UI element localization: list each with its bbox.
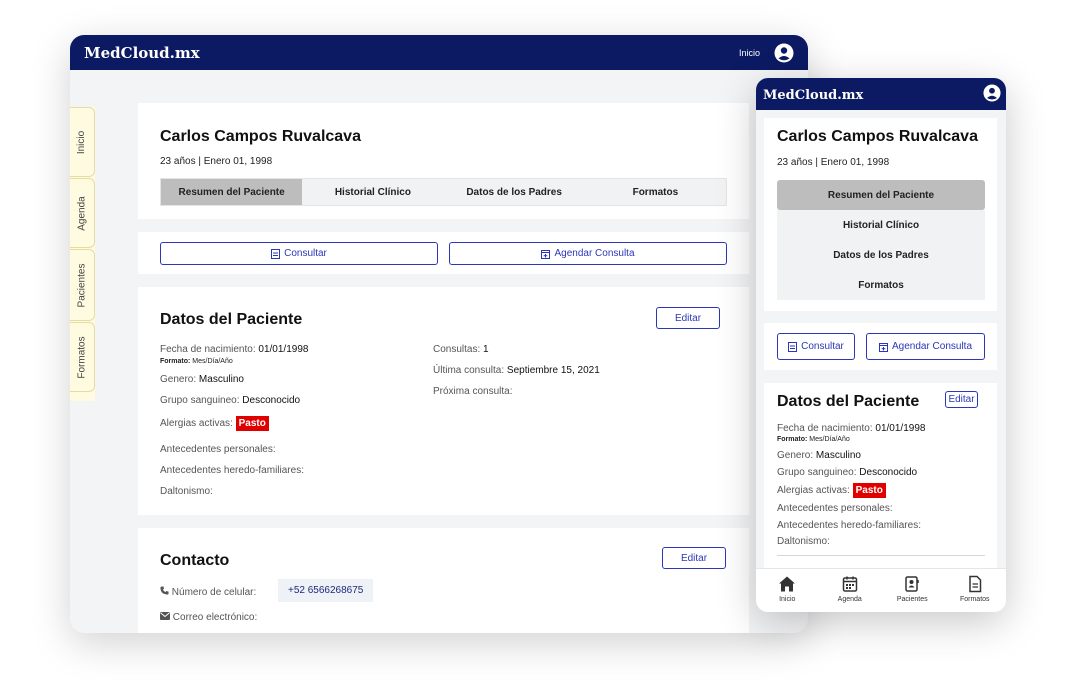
sidebar-item-formatos[interactable]: Formatos: [70, 322, 95, 392]
mobile-blood-type-field: Grupo sanguineo: Desconocido: [777, 467, 918, 478]
allergy-badge: Pasto: [235, 416, 269, 431]
tab-resumen[interactable]: Resumen del Paciente: [777, 180, 985, 210]
bottom-nav-agenda[interactable]: Agenda: [819, 569, 882, 612]
sidebar-item-pacientes[interactable]: Pacientes: [70, 249, 95, 321]
patient-tabs: Resumen del Paciente Historial Clínico D…: [160, 178, 727, 206]
section-title: Datos del Paciente: [160, 311, 303, 328]
calendar-plus-icon: [541, 249, 551, 259]
mobile-allergies-field: Alergias activas: Pasto: [777, 483, 886, 498]
tab-formatos[interactable]: Formatos: [585, 179, 726, 205]
phone-label: Número de celular:: [160, 586, 256, 598]
date-format-hint: Formato: Mes/Día/Año: [160, 358, 233, 365]
home-icon: [779, 576, 796, 592]
document-icon: [788, 341, 798, 352]
edit-contact-button[interactable]: Editar: [662, 547, 726, 569]
personal-history-field: Antecedentes personales:: [160, 444, 276, 455]
allergies-field: Alergias activas: Pasto: [160, 416, 269, 431]
email-label: Correo electrónico:: [160, 612, 257, 623]
mobile-birthdate-field: Fecha de nacimiento: 01/01/1998: [777, 423, 926, 434]
mobile-schedule-button[interactable]: Agendar Consulta: [866, 333, 985, 360]
phone-icon: [160, 586, 169, 595]
bottom-nav: Inicio Agenda Pacientes Formatos: [756, 568, 1006, 612]
document-icon: [969, 575, 981, 593]
contact-card: Contacto Editar Número de celular: +52 6…: [138, 528, 749, 633]
patient-subtitle: 23 años | Enero 01, 1998: [160, 156, 273, 167]
consults-count-field: Consultas: 1: [433, 344, 489, 355]
consult-label: Consultar: [284, 248, 327, 259]
tab-formatos[interactable]: Formatos: [777, 270, 985, 300]
blood-type-field: Grupo sanguineo: Desconocido: [160, 395, 301, 406]
schedule-label: Agendar Consulta: [554, 248, 635, 259]
tab-historial[interactable]: Historial Clínico: [777, 210, 985, 240]
mobile-brand-logo[interactable]: MedCloud.mx: [763, 88, 863, 103]
mobile-allergy-badge: Pasto: [852, 483, 886, 498]
last-consult-field: Última consulta: Septiembre 15, 2021: [433, 365, 600, 376]
patient-header-card: Carlos Campos Ruvalcava 23 años | Enero …: [138, 103, 749, 219]
sidebar-item-agenda[interactable]: Agenda: [70, 178, 95, 248]
contact-title: Contacto: [160, 552, 230, 569]
edit-patient-button[interactable]: Editar: [656, 307, 720, 329]
mobile-patient-name: Carlos Campos Ruvalcava: [777, 128, 978, 145]
calendar-icon: [842, 576, 857, 592]
patient-data-card: Datos del Paciente Editar Fecha de nacim…: [138, 287, 749, 515]
mobile-top-bar: MedCloud.mx: [756, 78, 1006, 110]
tab-padres[interactable]: Datos de los Padres: [777, 240, 985, 270]
next-consult-field: Próxima consulta:: [433, 386, 513, 397]
consult-button[interactable]: Consultar: [160, 242, 438, 265]
mobile-section-title: Datos del Paciente: [777, 393, 920, 410]
envelope-icon: [160, 612, 170, 620]
colorblindness-field: Daltonismo:: [160, 486, 213, 497]
mobile-window: MedCloud.mx Carlos Campos Ruvalcava 23 a…: [756, 78, 1006, 612]
mobile-patient-data-card: Datos del Paciente Editar Fecha de nacim…: [764, 383, 997, 568]
phone-value[interactable]: +52 6566268675: [278, 579, 374, 602]
mobile-hereditary-history-field: Antecedentes heredo-familiares:: [777, 520, 921, 531]
tab-resumen[interactable]: Resumen del Paciente: [161, 179, 303, 205]
user-icon[interactable]: [983, 84, 1001, 102]
tab-padres[interactable]: Datos de los Padres: [444, 179, 585, 205]
bottom-nav-pacientes[interactable]: Pacientes: [881, 569, 944, 612]
mobile-date-format-hint: Formato: Mes/Día/Año: [777, 436, 850, 443]
mobile-colorblindness-field: Daltonismo:: [777, 536, 830, 547]
mobile-personal-history-field: Antecedentes personales:: [777, 503, 893, 514]
calendar-plus-icon: [878, 342, 888, 352]
schedule-button[interactable]: Agendar Consulta: [449, 242, 727, 265]
brand-logo[interactable]: MedCloud.mx: [84, 44, 200, 62]
mobile-patient-header-card: Carlos Campos Ruvalcava 23 años | Enero …: [764, 118, 997, 311]
birthdate-field: Fecha de nacimiento: 01/01/1998: [160, 344, 309, 355]
hereditary-history-field: Antecedentes heredo-familiares:: [160, 465, 304, 476]
desktop-window: MedCloud.mx Inicio Inicio Agenda Pacient…: [70, 35, 808, 633]
mobile-actions-card: Consultar Agendar Consulta: [764, 323, 997, 370]
mobile-consult-button[interactable]: Consultar: [777, 333, 855, 360]
nav-link-inicio[interactable]: Inicio: [739, 48, 760, 58]
user-icon[interactable]: [774, 43, 794, 63]
mobile-patient-subtitle: 23 años | Enero 01, 1998: [777, 157, 890, 168]
mobile-edit-button[interactable]: Editar: [945, 391, 978, 408]
document-icon: [271, 248, 281, 259]
tab-historial[interactable]: Historial Clínico: [302, 179, 443, 205]
bottom-nav-inicio[interactable]: Inicio: [756, 569, 819, 612]
actions-card: Consultar Agendar Consulta: [138, 232, 749, 274]
bottom-nav-formatos[interactable]: Formatos: [944, 569, 1007, 612]
patient-file-icon: [905, 576, 919, 592]
mobile-gender-field: Genero: Masculino: [777, 450, 861, 461]
sidebar-item-inicio[interactable]: Inicio: [70, 107, 95, 177]
divider: [777, 555, 985, 556]
top-bar: MedCloud.mx Inicio: [70, 35, 808, 70]
patient-name: Carlos Campos Ruvalcava: [160, 128, 361, 145]
gender-field: Genero: Masculino: [160, 374, 244, 385]
